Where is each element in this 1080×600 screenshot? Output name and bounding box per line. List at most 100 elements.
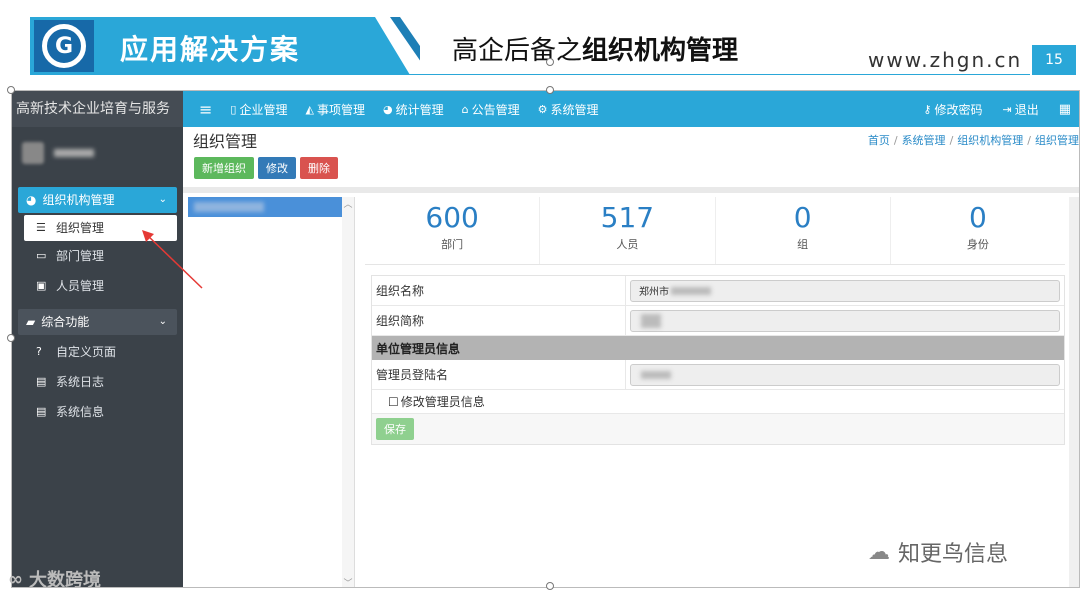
file-icon: ▤ bbox=[36, 375, 47, 388]
org-tree-panel[interactable]: ︿ ﹀ bbox=[188, 197, 355, 588]
tree-node-blurred bbox=[194, 202, 264, 212]
stat-value: 0 bbox=[793, 201, 812, 234]
sidebar-item-label: 组织管理 bbox=[56, 221, 105, 235]
slide-title-prefix: 高企后备之 bbox=[452, 36, 583, 66]
stat-label: 身份 bbox=[966, 238, 989, 251]
area-chart-icon: ◭ bbox=[305, 102, 314, 116]
nav-matters[interactable]: ◭ 事项管理 bbox=[305, 101, 364, 118]
resize-handle[interactable] bbox=[7, 86, 15, 94]
sidebar-item-system-info[interactable]: ▤ 系统信息 bbox=[12, 397, 183, 427]
org-name-value: 郑州市 bbox=[639, 287, 669, 298]
admin-section-header: 单位管理员信息 bbox=[372, 336, 1064, 360]
nav-enterprise[interactable]: ▯ 企业管理 bbox=[230, 101, 287, 118]
form-actions: 保存 bbox=[372, 414, 1064, 444]
add-org-button[interactable]: 新增组织 bbox=[194, 157, 254, 179]
stat-value: 0 bbox=[968, 201, 987, 234]
toolbar-divider bbox=[183, 187, 1079, 193]
pie-chart-icon: ◕ bbox=[26, 193, 37, 207]
company-logo: G bbox=[34, 20, 94, 72]
sidebar-app-title: 高新技术企业培育与服务 bbox=[12, 91, 183, 127]
edit-button[interactable]: 修改 bbox=[258, 157, 296, 179]
list-icon: ☰ bbox=[36, 221, 46, 234]
sidebar-group-label: 组织机构管理 bbox=[42, 193, 115, 207]
folder-icon: ▭ bbox=[36, 249, 47, 262]
stat-groups: 0 组 bbox=[716, 197, 891, 264]
stat-roles: 0 身份 bbox=[891, 197, 1065, 264]
resize-handle[interactable] bbox=[546, 582, 554, 590]
page-header: 组织管理 首页 / 系统管理 / 组织机构管理 / 组织管理 bbox=[183, 127, 1079, 153]
page-scrollbar[interactable] bbox=[1069, 197, 1079, 587]
rotate-handle[interactable] bbox=[546, 58, 554, 66]
app-window: 高新技术企业培育与服务 ◕ 组织机构管理 ⌄ ☰ 组织管理 ▭ 部门管理 ▣ 人… bbox=[11, 90, 1080, 588]
navbar-right: ⚷ 修改密码 ⇥ 退出 ▦ bbox=[903, 101, 1079, 118]
wechat-icon: ☁ bbox=[868, 539, 890, 565]
stat-label: 部门 bbox=[441, 238, 464, 251]
org-name-field[interactable]: 郑州市 bbox=[630, 279, 1060, 302]
delete-button[interactable]: 删除 bbox=[300, 157, 338, 179]
bird-logo-icon: G bbox=[42, 24, 86, 68]
stat-staff: 517 人员 bbox=[540, 197, 716, 264]
nav-label: 事项管理 bbox=[316, 102, 365, 117]
sidebar-item-custom-page[interactable]: ? 自定义页面 bbox=[12, 337, 183, 367]
edit-admin-checkbox-label: 修改管理员信息 bbox=[400, 395, 485, 409]
org-form: 组织名称 郑州市 组织简称 单位管理员信息 管理员登陆名 ☐ 修改管理员信息 保… bbox=[371, 275, 1065, 445]
stat-departments: 600 部门 bbox=[365, 197, 541, 264]
change-password-label: 修改密码 bbox=[934, 102, 983, 117]
nav-label: 公告管理 bbox=[471, 102, 520, 117]
form-field bbox=[626, 363, 1064, 386]
breadcrumb-separator: / bbox=[1027, 134, 1031, 147]
resize-handle[interactable] bbox=[546, 86, 554, 94]
org-detail-panel: 600 部门 517 人员 0 组 0 身份 组织名称 郑州市 组织简称 单位管… bbox=[365, 197, 1065, 587]
avatar bbox=[22, 142, 44, 164]
document-icon: ▯ bbox=[230, 102, 237, 116]
sidebar-item-label: 人员管理 bbox=[56, 279, 105, 293]
question-icon: ? bbox=[36, 345, 42, 358]
sidebar-group-org[interactable]: ◕ 组织机构管理 ⌄ bbox=[18, 187, 177, 213]
watermark-logo-icon: ∞ bbox=[8, 568, 23, 590]
org-short-field[interactable] bbox=[630, 309, 1060, 332]
id-card-icon: ▣ bbox=[36, 279, 47, 292]
sidebar-item-label: 部门管理 bbox=[56, 249, 105, 263]
page-number-badge: 15 bbox=[1032, 45, 1076, 75]
admin-login-label: 管理员登陆名 bbox=[372, 360, 626, 389]
checkbox-icon[interactable]: ☐ bbox=[388, 395, 399, 409]
edit-admin-checkbox-row[interactable]: ☐ 修改管理员信息 bbox=[372, 390, 1064, 414]
nav-announcements[interactable]: ⌂ 公告管理 bbox=[462, 101, 520, 118]
form-row-admin-login: 管理员登陆名 bbox=[372, 360, 1064, 390]
page-title: 组织管理 bbox=[193, 132, 258, 151]
watermark-right-text: 知更鸟信息 bbox=[898, 542, 1009, 567]
change-password-link[interactable]: ⚷ 修改密码 bbox=[923, 101, 982, 118]
stat-value: 600 bbox=[425, 201, 479, 234]
tree-selected-node[interactable] bbox=[188, 197, 344, 217]
nav-statistics[interactable]: ◕ 统计管理 bbox=[383, 101, 444, 118]
chevron-down-icon: ⌄ bbox=[158, 316, 167, 327]
presentation-slide: G 应用解决方案 高企后备之组织机构管理 www.zhgn.cn 15 高新技术… bbox=[0, 0, 1080, 600]
nav-label: 统计管理 bbox=[395, 102, 444, 117]
action-toolbar: 新增组织 修改 删除 bbox=[183, 153, 1079, 179]
save-button[interactable]: 保存 bbox=[376, 418, 414, 440]
username-blurred bbox=[54, 149, 94, 157]
sign-out-icon: ⇥ bbox=[1002, 102, 1012, 116]
resize-handle[interactable] bbox=[7, 334, 15, 342]
stat-value: 517 bbox=[600, 201, 655, 234]
nav-system[interactable]: ⚙ 系统管理 bbox=[538, 101, 599, 118]
org-short-label: 组织简称 bbox=[372, 306, 626, 335]
logout-link[interactable]: ⇥ 退出 bbox=[1002, 101, 1038, 118]
watermark-right: ☁ 知更鸟信息 bbox=[868, 536, 1008, 568]
tree-scrollbar[interactable]: ︿ ﹀ bbox=[342, 197, 354, 588]
breadcrumb-separator: / bbox=[949, 134, 954, 147]
org-name-label: 组织名称 bbox=[372, 276, 626, 305]
menu-toggle-icon[interactable]: ≡ bbox=[199, 100, 212, 119]
key-icon: ⚷ bbox=[923, 102, 932, 116]
sidebar-item-system-log[interactable]: ▤ 系统日志 bbox=[12, 367, 183, 397]
file-icon: ▤ bbox=[36, 405, 47, 418]
breadcrumb-system[interactable]: 系统管理 bbox=[902, 134, 946, 147]
pie-chart-icon: ◕ bbox=[382, 102, 393, 116]
breadcrumb-org[interactable]: 组织机构管理 bbox=[957, 134, 1023, 147]
scroll-down-icon: ﹀ bbox=[343, 579, 353, 588]
admin-login-field[interactable] bbox=[630, 363, 1060, 386]
breadcrumb-home[interactable]: 首页 bbox=[868, 134, 890, 147]
sidebar-group-general[interactable]: ▰ 综合功能 ⌄ bbox=[18, 309, 177, 335]
grid-icon[interactable]: ▦ bbox=[1059, 102, 1071, 117]
banner-title: 应用解决方案 bbox=[120, 33, 301, 66]
